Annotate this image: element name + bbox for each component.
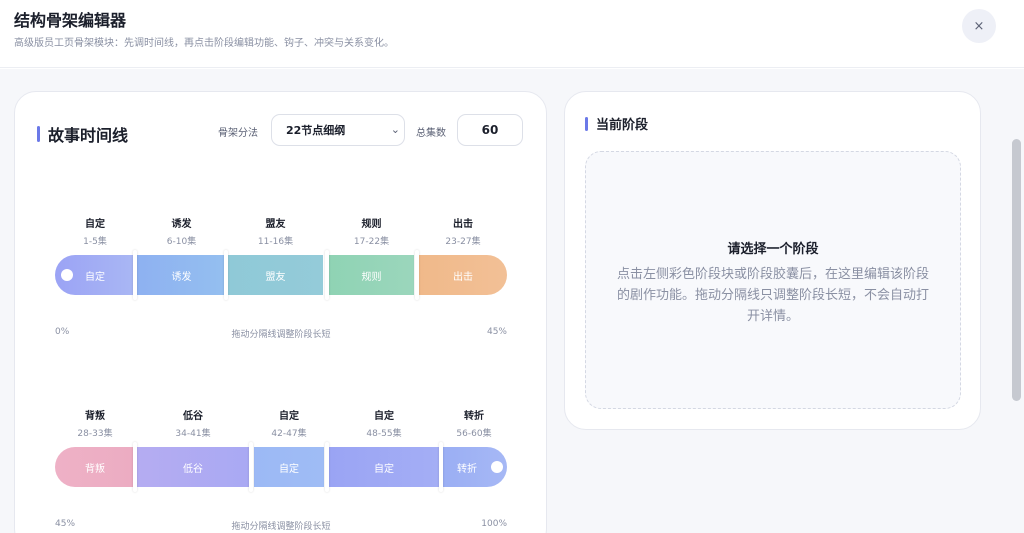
stage-pill-range: 48-55集 [366, 429, 402, 439]
stage-block[interactable]: 低谷 [137, 447, 249, 487]
segment-divider-handle[interactable] [415, 250, 419, 300]
timeline-title-text: 故事时间线 [48, 126, 129, 145]
timeline-end-knob[interactable] [61, 269, 73, 281]
stage-block-label: 诱发 [171, 271, 192, 283]
stage-pill-name: 低谷 [183, 411, 203, 422]
stage-pill-range: 42-47集 [271, 429, 307, 439]
axis-end-label: 100% [481, 519, 507, 529]
stage-pill-range: 11-16集 [257, 237, 294, 247]
timeline-end-knob[interactable] [491, 461, 503, 473]
stage-pill-name: 出击 [453, 219, 473, 230]
stage-block[interactable]: 诱发 [137, 255, 226, 295]
stage-block[interactable]: 自定 [254, 447, 324, 487]
page-subtitle: 高级版员工页骨架模块：先调时间线，再点击阶段编辑功能、钩子、冲突与关系变化。 [14, 38, 394, 49]
method-select[interactable]: 22节点细纲 ⌄ [271, 114, 405, 146]
segment-divider-handle[interactable] [439, 442, 443, 492]
segment-divider-handle[interactable] [224, 250, 228, 300]
stage-block[interactable]: 背叛 [55, 447, 135, 487]
episodes-input[interactable] [457, 114, 523, 146]
stage-block-label: 自定 [279, 463, 299, 475]
current-stage-card: 当前阶段 请选择一个阶段 点击左侧彩色阶段块或阶段胶囊后，在这里编辑该阶段的剧作… [564, 91, 981, 430]
stage-pill-range: 56-60集 [456, 429, 492, 439]
episodes-label: 总集数 [416, 128, 446, 139]
stage-block-label: 出击 [453, 271, 473, 283]
stage-pill[interactable]: 转折 56-60集 [441, 407, 507, 439]
timeline-track: 背叛 28-33集 背叛 低谷 34-41集 低谷 自定 42-47集 自定 自定 48-55集 自定… [55, 411, 507, 492]
stage-pill-range: 17-22集 [353, 237, 390, 247]
stage-block-label: 自定 [85, 271, 105, 283]
stage-pill-name: 自定 [374, 411, 394, 422]
timeline-track: 自定 1-5集 自定 诱发 6-10集 诱发 盟友 11-16集 盟友 规则 17-22集 规则 出击 2… [55, 219, 507, 300]
timeline-title: 故事时间线 [37, 122, 128, 146]
title-accent-bar [585, 116, 588, 131]
stage-pill[interactable]: 自定 48-55集 [329, 407, 439, 439]
stage-block-label: 规则 [361, 271, 382, 283]
stage-pill[interactable]: 诱发 6-10集 [137, 215, 226, 247]
stage-block[interactable]: 规则 [329, 255, 414, 295]
editor-header: 结构骨架编辑器 高级版员工页骨架模块：先调时间线，再点击阶段编辑功能、钩子、冲突… [0, 0, 1024, 68]
editor-body: 故事时间线 骨架分法 22节点细纲 ⌄ 总集数 自定1-5集自定诱发6-10集诱… [0, 69, 1024, 533]
stage-pill-range: 23-27集 [445, 237, 481, 247]
placeholder-title: 请选择一个阶段 [727, 242, 819, 257]
stage-pill-name: 自定 [85, 219, 105, 230]
stage-pill[interactable]: 低谷 34-41集 [137, 407, 249, 439]
stage-pill[interactable]: 规则 17-22集 [329, 215, 414, 247]
stage-block-label: 背叛 [85, 463, 105, 475]
stage-block-label: 转折 [457, 463, 477, 475]
title-accent-bar [37, 126, 40, 142]
segment-divider-handle[interactable] [325, 250, 329, 300]
stage-pill[interactable]: 自定 1-5集 [55, 215, 135, 247]
stage-pill-name: 转折 [464, 411, 484, 422]
axis-hint-label: 拖动分隔线调整阶段长短 [231, 330, 331, 340]
close-icon: × [973, 18, 985, 34]
axis-end-label: 45% [486, 327, 507, 337]
stage-title-text: 当前阶段 [596, 118, 649, 133]
stage-pill-range: 1-5集 [83, 237, 107, 247]
page-title: 结构骨架编辑器 [14, 11, 127, 30]
stage-block[interactable]: 出击 [419, 255, 507, 295]
stage-pill-name: 背叛 [85, 411, 105, 422]
timeline-card: 故事时间线 骨架分法 22节点细纲 ⌄ 总集数 自定1-5集自定诱发6-10集诱… [14, 91, 547, 533]
axis-hint-label: 拖动分隔线调整阶段长短 [231, 522, 331, 532]
method-select-value: 22节点细纲 [286, 124, 346, 137]
stage-block-label: 低谷 [183, 463, 203, 475]
stage-pill-range: 6-10集 [166, 237, 197, 247]
stage-block[interactable]: 盟友 [228, 255, 323, 295]
stage-pill[interactable]: 自定 42-47集 [254, 407, 324, 439]
chevron-down-icon: ⌄ [390, 123, 400, 136]
stage-pill[interactable]: 出击 23-27集 [419, 215, 507, 247]
segment-divider-handle[interactable] [133, 250, 137, 300]
segment-divider-handle[interactable] [249, 442, 253, 492]
stage-block-label: 自定 [374, 463, 394, 475]
stage-pill-name: 规则 [361, 219, 382, 230]
close-button[interactable]: × [962, 9, 996, 43]
stage-pill[interactable]: 盟友 11-16集 [228, 215, 323, 247]
stage-block-label: 盟友 [265, 271, 286, 283]
segment-divider-handle[interactable] [325, 442, 329, 492]
stage-placeholder: 请选择一个阶段 点击左侧彩色阶段块或阶段胶囊后，在这里编辑该阶段的剧作功能。拖动… [585, 151, 961, 409]
stage-pill[interactable]: 背叛 28-33集 [55, 407, 135, 439]
stage-pill-range: 28-33集 [77, 429, 113, 439]
stage-pill-name: 盟友 [265, 219, 286, 230]
stage-pill-name: 诱发 [171, 219, 192, 230]
page-scrollbar[interactable] [1012, 139, 1021, 401]
stage-pill-name: 自定 [279, 411, 299, 422]
segment-divider-handle[interactable] [133, 442, 137, 492]
stage-pill-range: 34-41集 [175, 429, 211, 439]
placeholder-description: 点击左侧彩色阶段块或阶段胶囊后，在这里编辑该阶段的剧作功能。拖动分隔线只调整阶段… [616, 267, 929, 324]
method-label: 骨架分法 [218, 128, 258, 139]
stage-block[interactable]: 自定 [329, 447, 439, 487]
stage-title: 当前阶段 [585, 114, 648, 133]
